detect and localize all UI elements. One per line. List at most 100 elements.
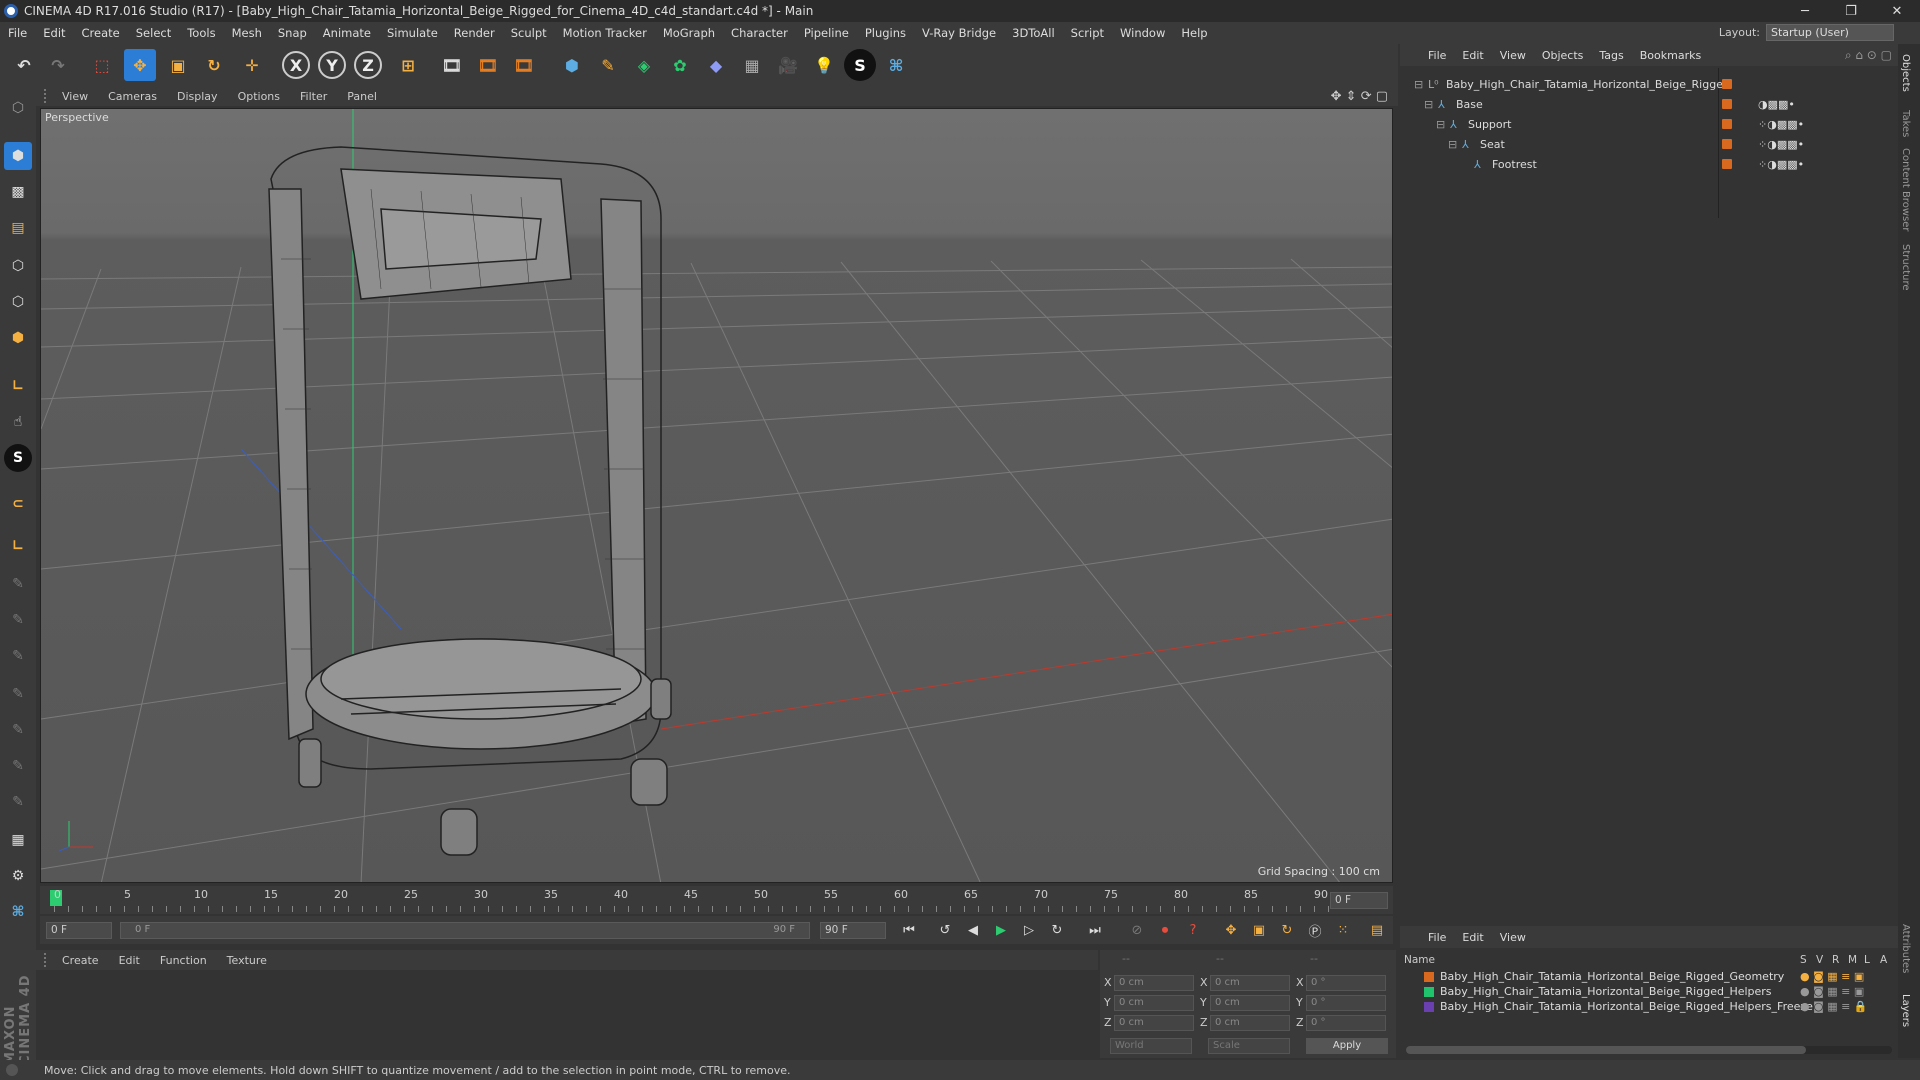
drag-handle-icon[interactable] [44,89,52,103]
key-position-icon[interactable]: ✥ [1220,919,1242,941]
point-mode-icon[interactable]: ⬡ [4,252,32,280]
object-menu-view[interactable]: View [1492,49,1534,62]
scale-tool-icon[interactable]: ▣ [162,49,194,81]
object-menu-edit[interactable]: Edit [1454,49,1491,62]
horizontal-scrollbar[interactable] [1406,1046,1892,1054]
spline-pen-icon[interactable]: ✎ [592,49,624,81]
layer-color-swatch[interactable] [1424,972,1434,982]
drag-handle-icon[interactable] [44,953,52,967]
sketch-toon-icon[interactable]: S [844,49,876,81]
material-menu-function[interactable]: Function [150,954,217,967]
next-keyframe-icon[interactable]: ↻ [1046,919,1068,941]
next-frame-icon[interactable]: ▷ [1018,919,1040,941]
size-y-field[interactable]: 0 cm [1210,995,1290,1011]
menu-vray-bridge[interactable]: V-Ray Bridge [914,26,1004,40]
size-x-field[interactable]: 0 cm [1210,975,1290,991]
go-to-end-icon[interactable]: ⏭ [1084,919,1106,941]
undo-icon[interactable]: ↶ [8,49,40,81]
menu-help[interactable]: Help [1173,26,1215,40]
frame-range-slider[interactable]: 0 F 90 F [120,922,810,939]
layer-menu-file[interactable]: File [1420,931,1454,944]
brush-tool-7-icon[interactable]: ✎ [4,788,32,816]
rotation-b-field[interactable]: 0 ° [1306,1015,1386,1031]
previous-frame-icon[interactable]: ◀ [962,919,984,941]
layer-color-swatch[interactable] [1424,1002,1434,1012]
timeline-window-icon[interactable]: ▤ [1366,919,1388,941]
key-rotation-icon[interactable]: ↻ [1276,919,1298,941]
texture-mode-icon[interactable]: ▩ [4,178,32,206]
make-editable-icon[interactable]: ⬡ [4,94,32,122]
menu-edit[interactable]: Edit [35,26,73,40]
menu-tools[interactable]: Tools [179,26,223,40]
object-row[interactable]: ⊟ ⅄ Base ◑▩▩• [1400,94,1898,114]
render-settings-icon[interactable]: 🎞 [508,49,540,81]
menu-animate[interactable]: Animate [315,26,379,40]
material-menu-texture[interactable]: Texture [217,954,277,967]
layer-color-dot[interactable] [1722,79,1732,89]
tab-structure[interactable]: Structure [1900,244,1911,291]
transform-tool-icon[interactable]: ✛ [236,49,268,81]
workplane-mode-icon[interactable]: ▤ [4,214,32,242]
menu-pipeline[interactable]: Pipeline [796,26,857,40]
position-z-field[interactable]: 0 cm [1114,1015,1194,1031]
menu-render[interactable]: Render [446,26,503,40]
object-row[interactable]: ⊟ L⁰ Baby_High_Chair_Tatamia_Horizontal_… [1400,74,1898,94]
model-mode-icon[interactable]: ⬢ [4,142,32,170]
menu-motion-tracker[interactable]: Motion Tracker [555,26,655,40]
layer-color-swatch[interactable] [1424,987,1434,997]
scrollbar-thumb[interactable] [1406,1046,1806,1054]
z-axis-lock-icon[interactable]: Z [354,51,382,79]
python-icon[interactable]: ⌘ [880,49,912,81]
motion-record-icon[interactable]: ⊘ [1126,919,1148,941]
key-pla-icon[interactable]: ⁙ [1332,919,1354,941]
cube-primitive-icon[interactable]: ⬢ [556,49,588,81]
go-to-start-icon[interactable]: ⏮ [898,919,920,941]
viewport-menu-panel[interactable]: Panel [337,90,387,103]
layer-row[interactable]: Baby_High_Chair_Tatamia_Horizontal_Beige… [1400,970,1898,984]
tab-layers[interactable]: Layers [1900,994,1911,1027]
position-y-field[interactable]: 0 cm [1114,995,1194,1011]
tweak-mode-icon[interactable]: ☝ [4,408,32,436]
layer-color-dot[interactable] [1722,139,1732,149]
material-menu-create[interactable]: Create [52,954,109,967]
checker-grid-icon[interactable]: ▦ [4,826,32,854]
collapse-icon[interactable]: ⊟ [1424,98,1433,111]
menu-plugins[interactable]: Plugins [857,26,914,40]
timeline-ruler[interactable]: 0 5 10 15 20 25 30 35 40 45 50 55 60 65 … [40,886,1393,914]
tag-icons[interactable]: ◑▩▩• [1758,98,1795,111]
search-home-icons[interactable]: ⌕ ⌂ ⊙ ▢ [1845,48,1892,63]
menu-snap[interactable]: Snap [270,26,315,40]
menu-select[interactable]: Select [128,26,179,40]
nurbs-generator-icon[interactable]: ◈ [628,49,660,81]
menu-window[interactable]: Window [1112,26,1173,40]
layer-row[interactable]: Baby_High_Chair_Tatamia_Horizontal_Beige… [1400,985,1898,999]
position-x-field[interactable]: 0 cm [1114,975,1194,991]
object-menu-tags[interactable]: Tags [1591,49,1631,62]
object-menu-bookmarks[interactable]: Bookmarks [1632,49,1709,62]
render-view-icon[interactable]: 🎞 [436,49,468,81]
solo-mode-icon[interactable]: S [4,444,32,472]
viewport-menu-view[interactable]: View [52,90,98,103]
layer-flag-icons[interactable]: ● ◙ ▦ ≡ ▣ [1800,970,1864,983]
camera-icon[interactable]: 🎥 [772,49,804,81]
size-mode-select[interactable]: Scale [1208,1038,1290,1054]
size-z-field[interactable]: 0 cm [1210,1015,1290,1031]
object-row[interactable]: ⊟ ⅄ Seat ⁘◑▩▩• [1400,134,1898,154]
key-parameter-icon[interactable]: Ⓟ [1304,919,1326,941]
object-row[interactable]: ⅄ Footrest ⁘◑▩▩• [1400,154,1898,174]
snap-magnet-icon[interactable]: ⊂ [4,490,32,518]
layout-select[interactable]: Startup (User) [1766,24,1894,41]
layer-color-dot[interactable] [1722,119,1732,129]
layer-flag-icons[interactable]: ● ◙ ▦ ≡ ▣ [1800,985,1864,998]
viewport-menu-filter[interactable]: Filter [290,90,337,103]
lock-workplane-icon[interactable]: ⚙ [4,862,32,890]
close-button[interactable]: ✕ [1874,0,1920,22]
viewport-menu-options[interactable]: Options [228,90,290,103]
object-menu-objects[interactable]: Objects [1534,49,1592,62]
brush-tool-4-icon[interactable]: ✎ [4,680,32,708]
render-picture-viewer-icon[interactable]: 🎞 [472,49,504,81]
tag-icons[interactable]: ⁘◑▩▩• [1758,138,1804,151]
brush-tool-5-icon[interactable]: ✎ [4,716,32,744]
collapse-icon[interactable]: ⊟ [1414,78,1423,91]
tag-icons[interactable]: ⁘◑▩▩• [1758,158,1804,171]
